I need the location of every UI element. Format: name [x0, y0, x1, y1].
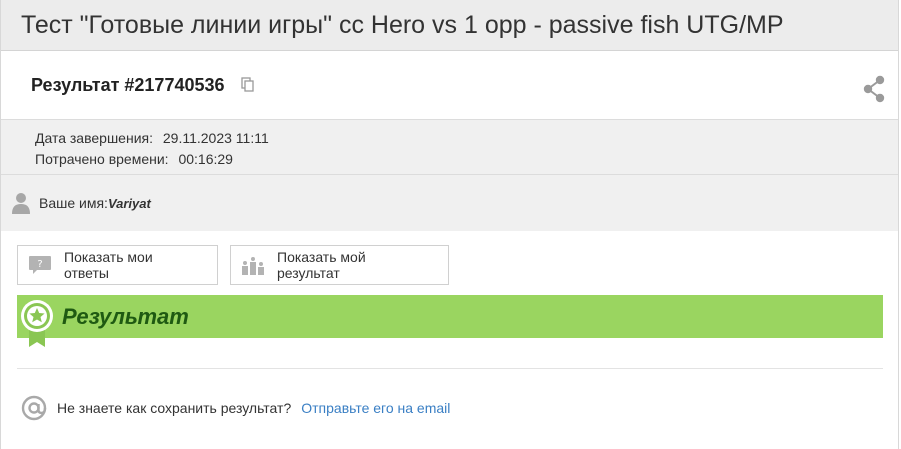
award-badge-icon	[20, 299, 54, 354]
result-page: Тест "Готовые линии игры" cc Hero vs 1 o…	[0, 0, 899, 449]
time-spent-row: Потрачено времени: 00:16:29	[35, 149, 898, 170]
svg-text:?: ?	[37, 259, 42, 270]
result-meta: Дата завершения: 29.11.2023 11:11 Потрач…	[1, 120, 898, 175]
podium-icon	[241, 255, 265, 275]
user-name-label: Ваше имя:	[39, 195, 108, 211]
completed-value: 29.11.2023 11:11	[162, 130, 269, 146]
show-result-button[interactable]: Показать мой результат	[230, 245, 449, 285]
result-banner-label: Результат	[62, 303, 189, 329]
time-spent-label: Потрачено времени:	[35, 151, 169, 167]
time-spent-value: 00:16:29	[178, 151, 233, 167]
completed-label: Дата завершения:	[35, 130, 153, 146]
completed-row: Дата завершения: 29.11.2023 11:11	[35, 128, 898, 149]
result-header: Результат #217740536	[1, 51, 898, 120]
result-title: Результат #217740536	[31, 74, 225, 95]
send-email-link[interactable]: Отправьте его на email	[301, 400, 450, 416]
copy-icon[interactable]	[240, 77, 255, 93]
question-bubble-icon: ?	[28, 255, 52, 275]
page-title: Тест "Готовые линии игры" cc Hero vs 1 o…	[1, 0, 898, 51]
email-save-row: Не знаете как сохранить результат? Отпра…	[1, 369, 898, 421]
show-answers-label: Показать мои ответы	[64, 249, 153, 281]
show-answers-button[interactable]: ? Показать мои ответы	[17, 245, 218, 285]
at-icon	[21, 395, 47, 421]
show-result-label: Показать мой результат	[277, 249, 366, 281]
test-title: Тест "Готовые линии игры" cc Hero vs 1 o…	[21, 10, 784, 39]
user-name-row: Ваше имя: Variyat	[1, 175, 898, 231]
user-name-value: Variyat	[107, 195, 151, 211]
share-icon[interactable]	[862, 75, 886, 108]
result-banner: Результат	[17, 295, 883, 347]
email-question: Не знаете как сохранить результат?	[57, 400, 292, 416]
user-icon	[11, 192, 31, 214]
action-buttons: ? Показать мои ответы Показать мой резул…	[1, 231, 898, 285]
